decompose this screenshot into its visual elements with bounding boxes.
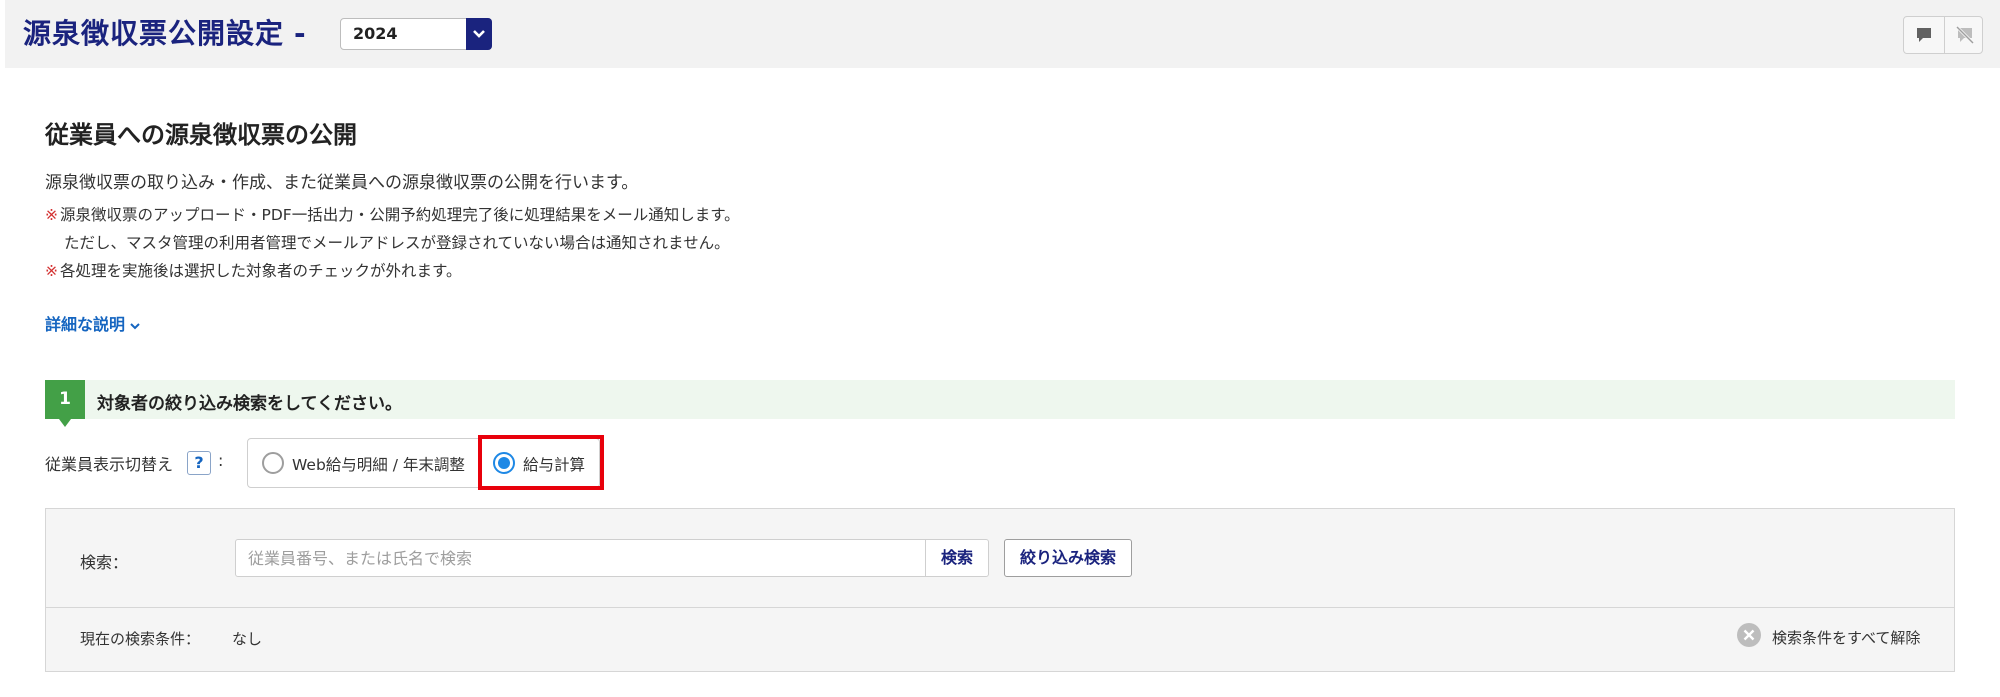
title-separator: -	[294, 17, 307, 50]
radio-circle[interactable]	[493, 452, 515, 474]
step-text: 対象者の絞り込み検索をしてください。	[97, 394, 402, 414]
switch-colon: :	[218, 451, 224, 470]
year-select[interactable]: 2024	[340, 18, 492, 50]
employee-switch-radio-group: Web給与明細 / 年末調整 給与計算	[247, 438, 600, 488]
clear-all-label: 検索条件をすべて解除	[1772, 629, 1921, 647]
search-row: 検索： 検索 絞り込み検索	[46, 509, 1954, 608]
page-description: 源泉徴収票の取り込み・作成、また従業員への源泉徴収票の公開を行います。	[45, 173, 639, 193]
clear-circle-icon	[1737, 623, 1761, 647]
filter-search-button[interactable]: 絞り込み検索	[1004, 539, 1132, 577]
note-mark: ※	[45, 262, 58, 280]
app-title-text: 源泉徴収票公開設定	[23, 17, 285, 50]
search-input[interactable]	[235, 539, 926, 577]
search-button[interactable]: 検索	[925, 539, 989, 577]
app-title: 源泉徴収票公開設定 -	[23, 12, 307, 52]
search-label: 検索：	[80, 553, 129, 572]
employee-switch-label: 従業員表示切替え	[45, 455, 174, 474]
note-line: ※ 各処理を実施後は選択した対象者のチェックが外れます。	[45, 259, 461, 281]
note-line: ただし、マスタ管理の利用者管理でメールアドレスが登録されていない場合は通知されま…	[64, 231, 730, 253]
radio-label: Web給与明細 / 年末調整	[292, 456, 465, 474]
detail-link-label: 詳細な説明	[45, 315, 126, 334]
radio-payroll-calc[interactable]: 給与計算	[479, 439, 599, 487]
radio-web-payslip[interactable]: Web給与明細 / 年末調整	[248, 439, 478, 487]
toolbar-icon-group	[1903, 16, 1983, 54]
detail-description-link[interactable]: 詳細な説明	[45, 311, 141, 335]
search-panel: 検索： 検索 絞り込み検索 現在の検索条件： なし 検索条件をすべて解除	[45, 508, 1955, 672]
step-1-bar: 1 対象者の絞り込み検索をしてください。	[45, 380, 1955, 427]
help-icon[interactable]: ?	[187, 451, 211, 475]
note-line: ※ 源泉徴収票のアップロード・PDF一括出力・公開予約処理完了後に処理結果をメール…	[45, 203, 740, 225]
top-bar: 源泉徴収票公開設定 - 2024	[5, 0, 2000, 68]
chevron-down-icon	[466, 18, 492, 50]
page-title: 従業員への源泉徴収票の公開	[45, 121, 357, 149]
year-select-value: 2024	[353, 24, 398, 43]
radio-circle[interactable]	[262, 452, 284, 474]
radio-label: 給与計算	[523, 456, 586, 474]
current-conditions-label: 現在の検索条件：	[80, 630, 201, 648]
note-text: ただし、マスタ管理の利用者管理でメールアドレスが登録されていない場合は通知されま…	[64, 234, 730, 252]
chevron-down-icon	[130, 322, 140, 329]
current-conditions-value: なし	[232, 630, 263, 648]
note-mark: ※	[45, 206, 58, 224]
note-text: 源泉徴収票のアップロード・PDF一括出力・公開予約処理完了後に処理結果をメール通…	[60, 206, 740, 224]
step-number: 1	[45, 380, 85, 427]
comment-icon[interactable]	[1904, 17, 1943, 53]
comment-off-icon[interactable]	[1944, 17, 1984, 53]
note-text: 各処理を実施後は選択した対象者のチェックが外れます。	[60, 262, 462, 280]
